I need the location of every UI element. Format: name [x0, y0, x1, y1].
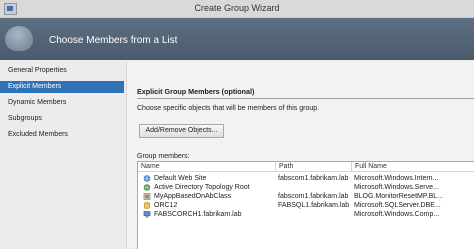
globe-icon — [143, 175, 151, 182]
table-row[interactable]: MyAppBasedOnAbClass fabscom1.fabrikam.la… — [138, 192, 474, 201]
wizard-icon — [5, 26, 33, 51]
grid-header: Name Path Full Name — [138, 162, 474, 172]
cell-path: fabscom1.fabrikam.lab — [278, 193, 349, 200]
group-members-grid[interactable]: Name Path Full Name Default Web Site fab… — [137, 161, 474, 249]
page-heading: Choose Members from a List — [49, 35, 178, 46]
cell-name: MyAppBasedOnAbClass — [154, 193, 232, 200]
cell-name: ORC12 — [154, 202, 178, 209]
step-dynamic-members[interactable]: Dynamic Members — [0, 97, 124, 109]
step-general-properties[interactable]: General Properties — [0, 65, 124, 77]
section-divider — [137, 98, 474, 99]
column-header-name[interactable]: Name — [141, 163, 160, 170]
table-row[interactable]: ORC12 FABSQL1.fabrikam.lab Microsoft.SQL… — [138, 201, 474, 210]
cell-full-name: Microsoft.Windows.Intern... — [354, 175, 439, 182]
class-icon — [143, 193, 151, 200]
topology-icon — [143, 184, 151, 191]
wizard-steps: General Properties Explicit Members Dyna… — [0, 61, 126, 248]
add-remove-objects-button[interactable]: Add/Remove Objects... — [139, 124, 224, 138]
column-divider[interactable] — [351, 162, 352, 171]
group-members-label: Group members: — [137, 153, 190, 160]
cell-full-name: Microsoft.Windows.Comp... — [354, 211, 440, 218]
table-row[interactable]: FABSCORCH1.fabrikam.lab Microsoft.Window… — [138, 210, 474, 219]
section-description: Choose specific objects that will be mem… — [137, 105, 320, 112]
header-banner: Choose Members from a List — [0, 18, 474, 60]
step-subgroups[interactable]: Subgroups — [0, 113, 124, 125]
cell-full-name: Microsoft.Windows.Serve... — [354, 184, 439, 191]
cell-name: Active Directory Topology Root — [154, 184, 250, 191]
main-panel: Explicit Group Members (optional) Choose… — [126, 61, 474, 249]
column-header-full-name[interactable]: Full Name — [355, 163, 387, 170]
title-bar: Create Group Wizard — [0, 0, 474, 18]
computer-icon — [143, 211, 151, 218]
table-row[interactable]: Active Directory Topology Root Microsoft… — [138, 183, 474, 192]
cell-name: Default Web Site — [154, 175, 207, 182]
section-title: Explicit Group Members (optional) — [137, 87, 255, 96]
step-excluded-members[interactable]: Excluded Members — [0, 129, 124, 141]
database-icon — [143, 202, 151, 209]
column-divider[interactable] — [275, 162, 276, 171]
window-title: Create Group Wizard — [194, 3, 280, 13]
step-explicit-members[interactable]: Explicit Members — [0, 81, 124, 93]
cell-name: FABSCORCH1.fabrikam.lab — [154, 211, 242, 218]
table-row[interactable]: Default Web Site fabscom1.fabrikam.lab M… — [138, 174, 474, 183]
column-header-path[interactable]: Path — [279, 163, 293, 170]
cell-full-name: BLOG.MonitorResetMP.BL... — [354, 193, 443, 200]
cell-path: fabscom1.fabrikam.lab — [278, 175, 349, 182]
cell-path: FABSQL1.fabrikam.lab — [278, 202, 350, 209]
cell-full-name: Microsoft.SQLServer.DBE... — [354, 202, 441, 209]
